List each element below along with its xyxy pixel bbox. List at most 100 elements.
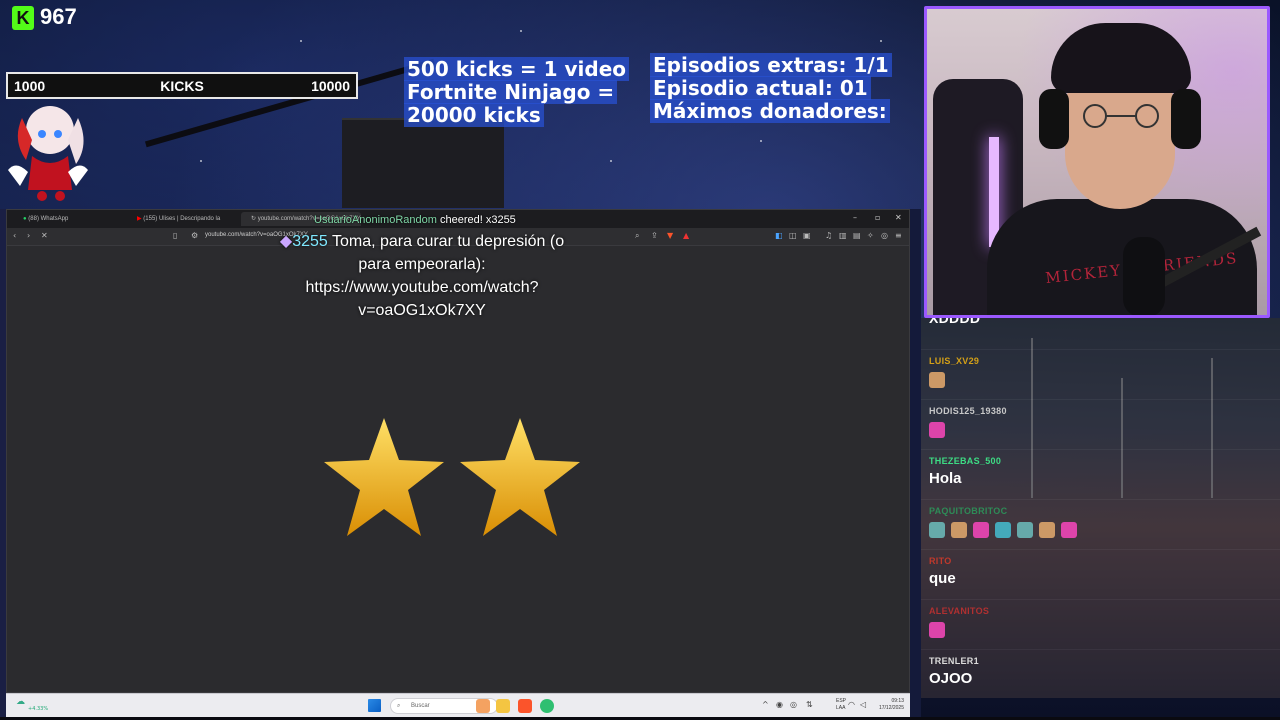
loading-icon: ↻ xyxy=(251,216,257,222)
cheer-bits-count: 3255 xyxy=(491,214,516,226)
lang-top: ESP xyxy=(835,698,846,704)
background-star xyxy=(880,40,882,42)
wallet-icon[interactable]: ▤ xyxy=(853,232,861,240)
start-button[interactable] xyxy=(368,699,381,712)
clock[interactable]: 09:13 17/12/2025 xyxy=(879,698,904,712)
cheer-stars xyxy=(324,418,580,536)
background-star xyxy=(200,160,202,162)
minimize-icon[interactable]: – xyxy=(853,213,857,222)
tab-whatsapp[interactable]: ● (88) WhatsApp xyxy=(13,212,123,226)
chat-emote-icon xyxy=(929,622,945,638)
zoom-icon[interactable]: ⌕ xyxy=(635,232,643,240)
chat-emote-icon xyxy=(1061,522,1077,538)
episode-line: Episodios extras: 1/1 xyxy=(650,53,892,77)
tray-icon[interactable]: ◉ xyxy=(776,700,783,709)
leo-icon[interactable]: ✧ xyxy=(867,232,875,240)
star-icon xyxy=(324,418,444,536)
tray-icon[interactable]: ⇅ xyxy=(806,700,813,709)
maximize-icon[interactable]: ▫ xyxy=(875,213,880,222)
episode-line: Máximos donadores: xyxy=(650,99,890,123)
cheer-message-text: Toma, para curar tu depresión (o para em… xyxy=(305,233,565,319)
chat-username[interactable]: ALEVANITOS xyxy=(929,606,989,616)
chat-message: THEZEBAS_500 Hola xyxy=(921,450,1280,500)
tab-label: (88) WhatsApp xyxy=(28,216,69,222)
chat-message-text: Hola xyxy=(929,470,962,487)
tray-icon[interactable]: ◎ xyxy=(790,700,797,709)
chat-message: TRENLER1 OJOO xyxy=(921,650,1280,698)
background-star xyxy=(520,30,522,32)
tab-youtube[interactable]: ▶ (155) Ulises | Descripando la Historia xyxy=(127,212,239,236)
forward-icon[interactable]: › xyxy=(27,232,35,240)
chat-username[interactable]: XDDDD xyxy=(929,318,980,326)
taskbar-app-icon[interactable] xyxy=(540,699,554,713)
tray-chevron-icon[interactable]: ^ xyxy=(762,700,769,709)
whatsapp-icon: ● xyxy=(23,216,27,222)
site-info-icon[interactable]: ⚙ xyxy=(191,232,199,240)
bits-gem-icon: ◆ xyxy=(279,233,293,250)
vpn-icon[interactable]: ◎ xyxy=(881,232,889,240)
cheer-username: UsuarioAnonimoRandom xyxy=(314,214,437,226)
chat-message: HODIS125_19380 xyxy=(921,400,1280,450)
close-icon[interactable]: ✕ xyxy=(895,213,902,222)
kick-logo-icon: K xyxy=(12,6,34,30)
chat-emote-icon xyxy=(1039,522,1055,538)
kick-count: 967 xyxy=(40,4,77,29)
glasses-icon xyxy=(1083,104,1159,128)
goal-line: 500 kicks = 1 video xyxy=(404,57,630,81)
clock-date: 17/12/2025 xyxy=(878,705,904,711)
extension-icon[interactable]: ◧ xyxy=(775,232,783,240)
background-star xyxy=(300,40,302,42)
brave-shield-icon[interactable]: ▼ xyxy=(667,232,675,240)
chat-emote-icon xyxy=(929,522,945,538)
stream-border xyxy=(910,209,921,720)
chat-emote-icon xyxy=(973,522,989,538)
weather-text: +4.33% xyxy=(28,706,49,712)
chat-username[interactable]: LUIS_XV29 xyxy=(929,356,979,366)
extension-icon[interactable]: ◫ xyxy=(789,232,797,240)
brave-browser-icon[interactable] xyxy=(518,699,532,713)
chat-emote-icon xyxy=(929,372,945,388)
windows-taskbar: ☁ +4.33% ⌕ Buscar ^ ◉ ◎ ⇅ ESP LAA ◠ ◁ 09… xyxy=(6,693,910,717)
taskbar-app-icon[interactable] xyxy=(476,699,490,713)
chat-message: ALEVANITOS xyxy=(921,600,1280,650)
language-indicator[interactable]: ESP LAA xyxy=(836,698,846,712)
chat-message: XDDDD xyxy=(921,318,1280,350)
chat-username[interactable]: TRENLER1 xyxy=(929,656,979,666)
media-icon[interactable]: ♫ xyxy=(825,232,833,240)
stop-icon[interactable]: ✕ xyxy=(41,232,49,240)
chat-emote-icon xyxy=(929,422,945,438)
bookmark-icon[interactable]: ▯ xyxy=(173,232,181,240)
chat-emote-icon xyxy=(951,522,967,538)
share-icon[interactable]: ⇪ xyxy=(651,232,659,240)
background-screen xyxy=(342,118,504,208)
file-explorer-icon[interactable] xyxy=(496,699,510,713)
cheer-alert-title: UsuarioAnonimoRandom cheered! x3255 xyxy=(314,214,516,226)
chat-message: LUIS_XV29 xyxy=(921,350,1280,400)
clock-time: 09:13 xyxy=(891,698,904,704)
microphone-icon xyxy=(1123,237,1165,315)
cheer-verb: cheered! x xyxy=(436,214,492,226)
chat-username[interactable]: PAQUITOBRITOC xyxy=(929,506,1007,516)
youtube-icon: ▶ xyxy=(137,216,142,222)
brave-rewards-icon[interactable]: ▲ xyxy=(683,232,691,240)
chat-username[interactable]: RITO xyxy=(929,556,952,566)
anime-mascot-icon xyxy=(8,106,88,201)
kicks-progress-bar: 1000 KICKS 10000 xyxy=(6,72,358,99)
kicks-max: 10000 xyxy=(311,77,350,94)
chat-username[interactable]: THEZEBAS_500 xyxy=(929,456,1001,466)
cheer-message-bits: 3255 xyxy=(292,233,328,250)
chat-username[interactable]: HODIS125_19380 xyxy=(929,406,1007,416)
weather-icon[interactable]: ☁ xyxy=(16,697,25,707)
star-icon xyxy=(460,418,580,536)
menu-icon[interactable]: ≡ xyxy=(895,232,903,240)
extension-icon[interactable]: ▣ xyxy=(803,232,811,240)
back-icon[interactable]: ‹ xyxy=(13,232,21,240)
webcam-feed: MICKEY & FRIENDS xyxy=(924,6,1270,318)
volume-icon[interactable]: ◁ xyxy=(860,700,866,709)
episode-line: Episodio actual: 01 xyxy=(650,76,871,100)
wifi-icon[interactable]: ◠ xyxy=(848,700,855,709)
sidebar-icon[interactable]: ▥ xyxy=(839,232,847,240)
chat-message-text: OJOO xyxy=(929,670,973,687)
headset-right-icon xyxy=(1171,89,1201,149)
kicks-label: KICKS xyxy=(160,77,204,94)
